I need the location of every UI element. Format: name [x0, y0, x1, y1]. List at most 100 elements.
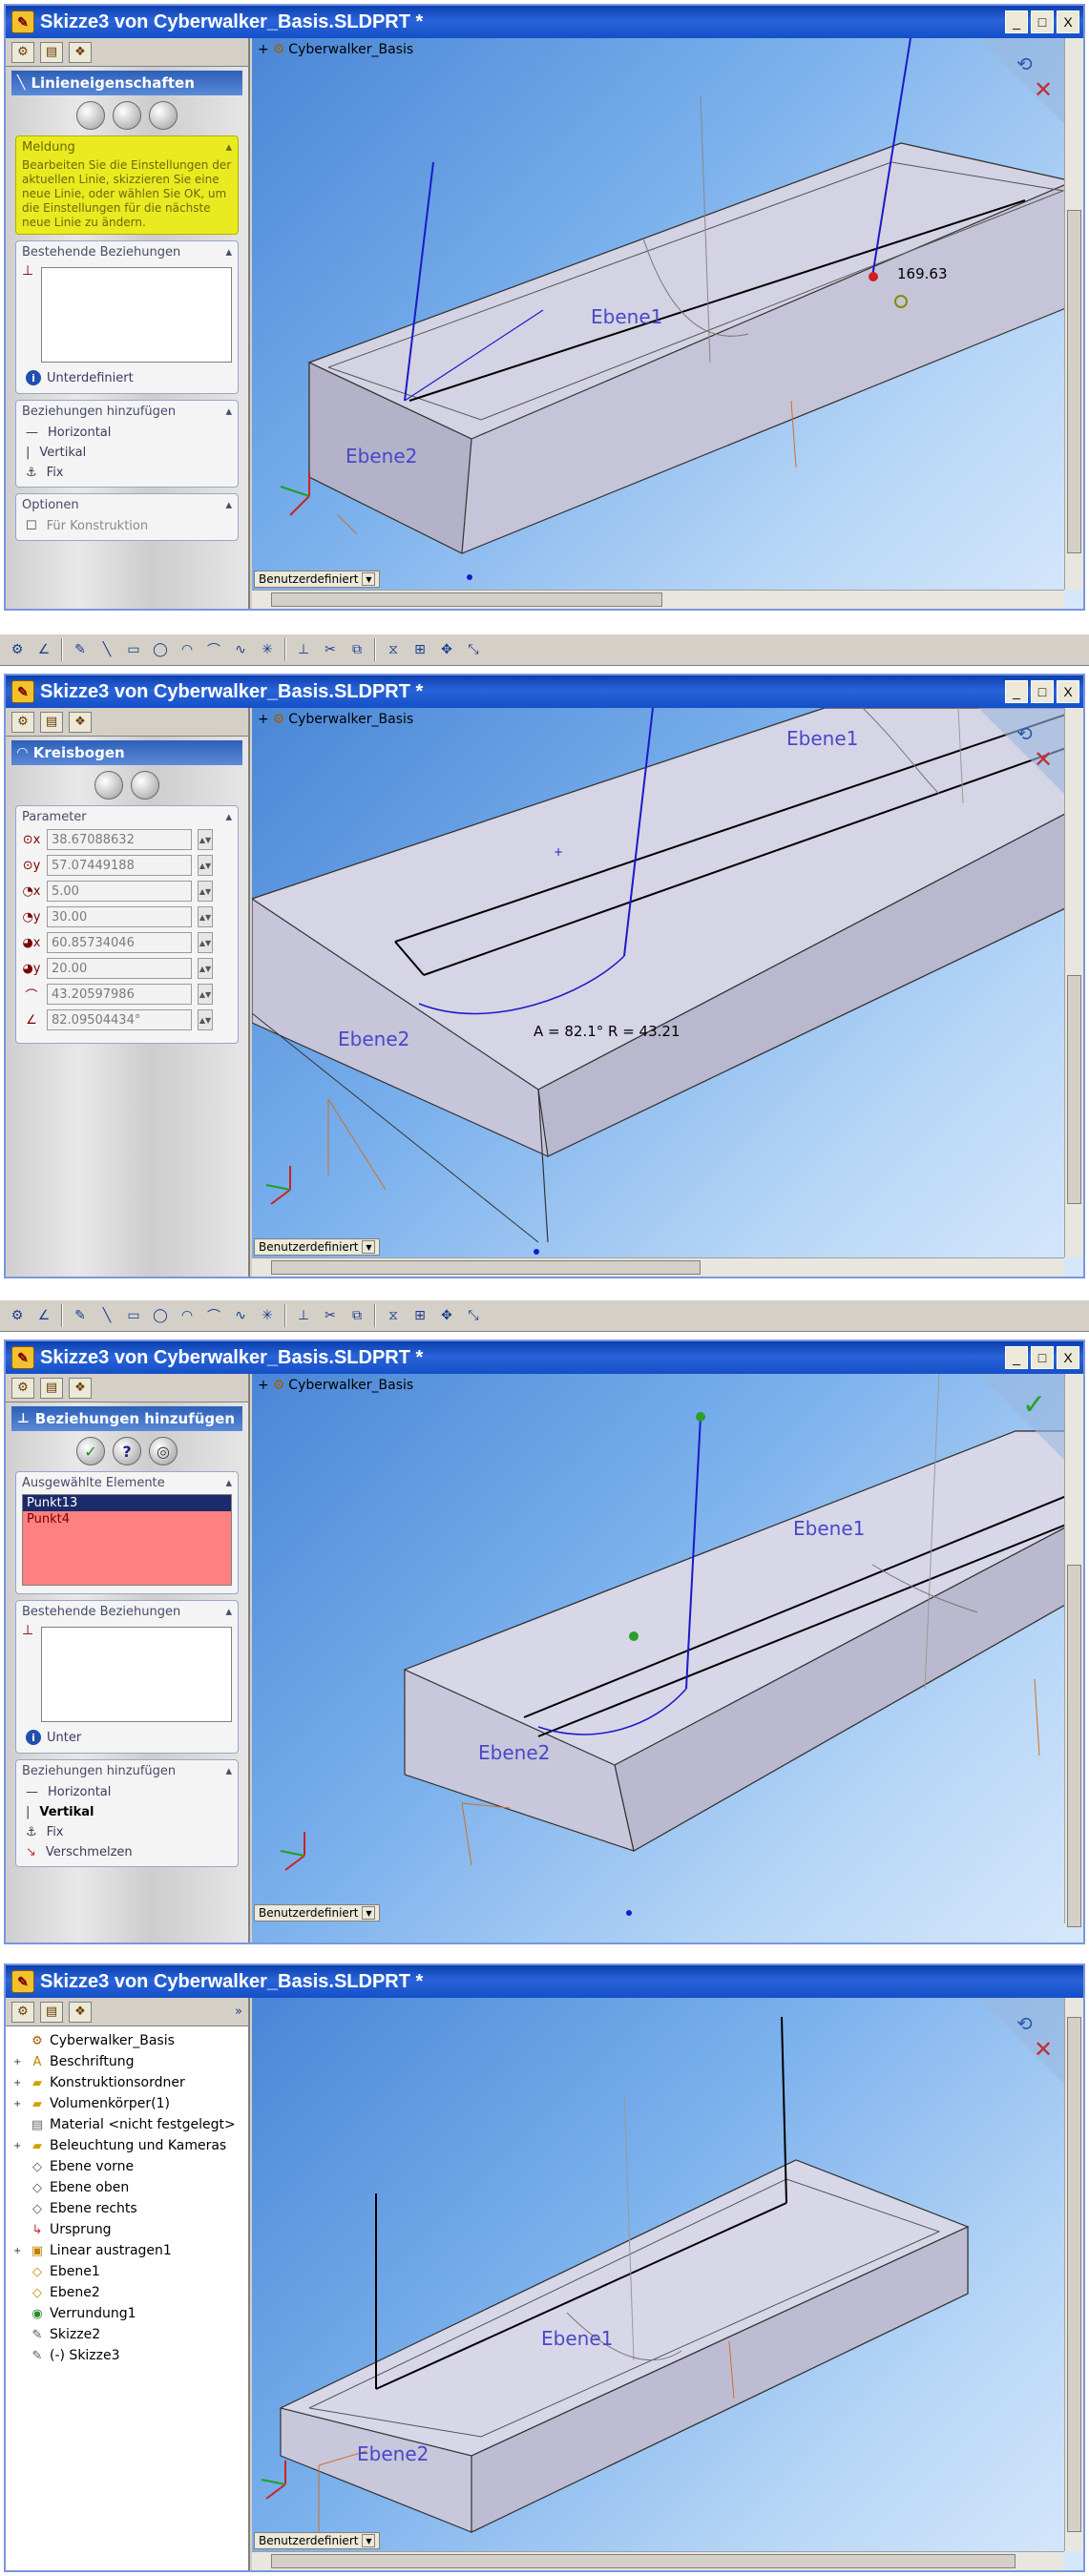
- arc-tool-icon[interactable]: ⌒: [202, 638, 225, 661]
- expand-icon[interactable]: +: [13, 2078, 25, 2088]
- view-orientation[interactable]: Benutzerdefiniert ▼: [254, 571, 381, 588]
- param-field[interactable]: 57.07449188: [47, 855, 192, 876]
- tree-item[interactable]: ◇ Ebene1: [13, 2261, 241, 2282]
- relations-list[interactable]: [41, 1627, 232, 1722]
- title-bar[interactable]: ✎ Skizze3 von Cyberwalker_Basis.SLDPRT *…: [6, 1341, 1083, 1374]
- vertical-scrollbar[interactable]: [1064, 38, 1083, 590]
- spin-control[interactable]: ▲▼: [198, 881, 213, 902]
- arc-tool-icon[interactable]: ◠: [176, 638, 199, 661]
- arc-tool-icon[interactable]: ⌒: [202, 1304, 225, 1327]
- tree-item[interactable]: ◇ Ebene vorne: [13, 2156, 241, 2177]
- tree-item[interactable]: ↳ Ursprung: [13, 2219, 241, 2240]
- line-tool-icon[interactable]: ╲: [95, 1304, 118, 1327]
- sketch-icon[interactable]: ✎: [69, 1304, 92, 1327]
- scale-tool-icon[interactable]: ⤡: [462, 638, 485, 661]
- minimize-button[interactable]: _: [1005, 1346, 1028, 1369]
- config-tab-icon[interactable]: ❖: [69, 41, 92, 63]
- tree-item[interactable]: + ▰ Volumenkörper(1): [13, 2093, 241, 2114]
- property-tab-icon[interactable]: ▤: [40, 1377, 63, 1399]
- relations-list[interactable]: [41, 267, 232, 363]
- move-tool-icon[interactable]: ✥: [435, 638, 458, 661]
- ok-button[interactable]: [94, 771, 123, 800]
- trim-tool-icon[interactable]: ✂: [319, 638, 342, 661]
- tree-item[interactable]: ✎ Skizze2: [13, 2324, 241, 2345]
- view-orientation[interactable]: Benutzerdefiniert ▼: [254, 2532, 381, 2549]
- param-field[interactable]: 43.20597986: [47, 984, 192, 1005]
- graphics-area[interactable]: + ⚙ Cyberwalker_Basis: [252, 38, 1083, 609]
- horizontal-scrollbar[interactable]: [252, 2551, 1064, 2570]
- minimize-button[interactable]: _: [1005, 10, 1028, 33]
- tree-item[interactable]: ◇ Ebene rechts: [13, 2198, 241, 2219]
- expand-icon[interactable]: +: [13, 2246, 25, 2256]
- help-button[interactable]: [149, 101, 178, 130]
- collapse-icon[interactable]: ▴: [225, 498, 232, 512]
- graphics-area[interactable]: + ⚙ Cyberwalker_Basis: [252, 1374, 1083, 1942]
- vertical-scrollbar[interactable]: [1064, 1998, 1083, 2551]
- spin-control[interactable]: ▲▼: [198, 906, 213, 927]
- tree-item[interactable]: ⚙ Cyberwalker_Basis: [13, 2030, 241, 2051]
- expand-icon[interactable]: +: [13, 2141, 25, 2151]
- sketch-icon[interactable]: ✎: [69, 638, 92, 661]
- param-field[interactable]: 60.85734046: [47, 932, 192, 953]
- list-item[interactable]: Punkt13: [23, 1495, 231, 1511]
- tree-item[interactable]: ◇ Ebene2: [13, 2282, 241, 2303]
- maximize-button[interactable]: □: [1031, 680, 1054, 703]
- tree-item[interactable]: ◉ Verrundung1: [13, 2303, 241, 2324]
- horizontal-scrollbar[interactable]: [252, 1257, 1064, 1277]
- spin-control[interactable]: ▲▼: [198, 1009, 213, 1030]
- close-button[interactable]: X: [1057, 10, 1079, 33]
- expand-icon[interactable]: +: [13, 2057, 25, 2067]
- close-button[interactable]: X: [1057, 1346, 1079, 1369]
- param-field[interactable]: 5.00: [47, 881, 192, 902]
- collapse-icon[interactable]: ▴: [225, 245, 232, 260]
- offset-tool-icon[interactable]: ⧉: [346, 638, 368, 661]
- tool-icon[interactable]: ∠: [32, 638, 55, 661]
- offset-tool-icon[interactable]: ⧉: [346, 1304, 368, 1327]
- tree-item[interactable]: ◇ Ebene oben: [13, 2177, 241, 2198]
- relation-vertical[interactable]: | Vertikal: [22, 1802, 232, 1822]
- relation-horizontal[interactable]: — Horizontal: [22, 423, 232, 443]
- spin-control[interactable]: ▲▼: [198, 932, 213, 953]
- property-tab-icon[interactable]: ▤: [40, 711, 63, 733]
- relation-vertical[interactable]: | Vertikal: [22, 443, 232, 463]
- pattern-tool-icon[interactable]: ⊞: [408, 1304, 431, 1327]
- expand-icon[interactable]: +: [13, 2099, 25, 2109]
- dropdown-icon[interactable]: ▼: [362, 2534, 376, 2547]
- property-tab-icon[interactable]: ▤: [40, 2001, 63, 2023]
- rectangle-tool-icon[interactable]: ▭: [122, 1304, 145, 1327]
- mirror-tool-icon[interactable]: ⧖: [382, 638, 405, 661]
- ok-button[interactable]: [76, 101, 105, 130]
- maximize-button[interactable]: □: [1031, 10, 1054, 33]
- relation-fix[interactable]: ⚓ Fix: [22, 1822, 232, 1842]
- collapse-icon[interactable]: ▴: [225, 405, 232, 419]
- graphics-area[interactable]: + ⚙ Cyberwalker_Basis + Ebene1 Ebene2 A …: [252, 708, 1083, 1277]
- tree-item[interactable]: ▤ Material <nicht festgelegt>: [13, 2114, 241, 2135]
- vertical-scrollbar[interactable]: [1064, 708, 1083, 1257]
- rectangle-tool-icon[interactable]: ▭: [122, 638, 145, 661]
- tree-item[interactable]: + A Beschriftung: [13, 2051, 241, 2072]
- move-tool-icon[interactable]: ✥: [435, 1304, 458, 1327]
- mirror-tool-icon[interactable]: ⧖: [382, 1304, 405, 1327]
- title-bar[interactable]: ✎ Skizze3 von Cyberwalker_Basis.SLDPRT *: [6, 1965, 1083, 1998]
- vertical-scrollbar[interactable]: [1064, 1374, 1083, 1927]
- ok-button[interactable]: ✓: [76, 1437, 105, 1465]
- scale-tool-icon[interactable]: ⤡: [462, 1304, 485, 1327]
- point-tool-icon[interactable]: ✳: [256, 638, 279, 661]
- circle-tool-icon[interactable]: ◯: [149, 638, 172, 661]
- param-field[interactable]: 20.00: [47, 958, 192, 979]
- tool-icon[interactable]: ∠: [32, 1304, 55, 1327]
- relation-tool-icon[interactable]: ⊥: [292, 638, 315, 661]
- tree-item[interactable]: ✎ (-) Skizze3: [13, 2345, 241, 2366]
- expand-panel-icon[interactable]: »: [235, 2005, 242, 2019]
- circle-tool-icon[interactable]: ◯: [149, 1304, 172, 1327]
- collapse-icon[interactable]: ▴: [225, 1476, 232, 1490]
- point-tool-icon[interactable]: ✳: [256, 1304, 279, 1327]
- horizontal-scrollbar[interactable]: [252, 590, 1064, 609]
- dropdown-icon[interactable]: ▼: [362, 572, 376, 586]
- graphics-area[interactable]: Ebene1 Ebene2 ⟲ ✕ Benutzerdefiniert ▼: [252, 1998, 1083, 2570]
- trim-tool-icon[interactable]: ✂: [319, 1304, 342, 1327]
- tree-item[interactable]: + ▰ Konstruktionsordner: [13, 2072, 241, 2093]
- title-bar[interactable]: ✎ Skizze3 von Cyberwalker_Basis.SLDPRT *…: [6, 675, 1083, 708]
- help-button[interactable]: ?: [113, 1437, 141, 1465]
- selected-list[interactable]: Punkt13 Punkt4: [22, 1494, 232, 1586]
